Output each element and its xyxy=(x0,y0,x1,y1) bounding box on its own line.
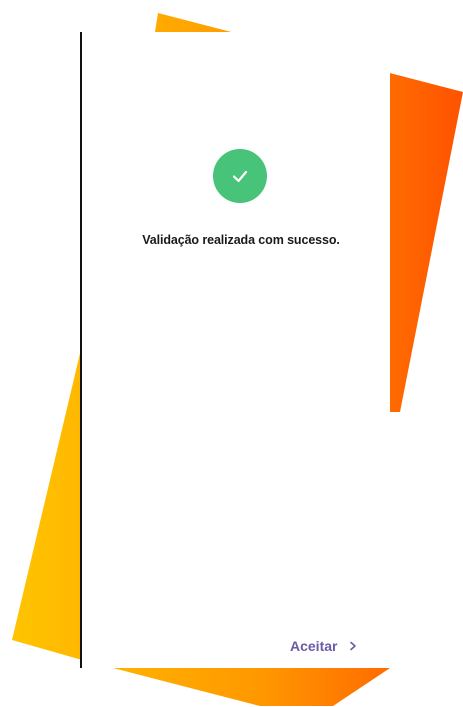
validation-message: Validação realizada com sucesso. xyxy=(142,233,340,247)
app-stage: Validação realizada com sucesso. Aceitar xyxy=(0,0,463,707)
accept-button[interactable]: Aceitar xyxy=(290,634,357,658)
accept-button-label: Aceitar xyxy=(290,638,338,654)
success-check-icon xyxy=(213,149,267,203)
phone-screen xyxy=(82,32,390,668)
check-icon xyxy=(232,170,248,183)
phone-screen-edge xyxy=(80,32,82,668)
chevron-right-icon xyxy=(349,639,357,653)
